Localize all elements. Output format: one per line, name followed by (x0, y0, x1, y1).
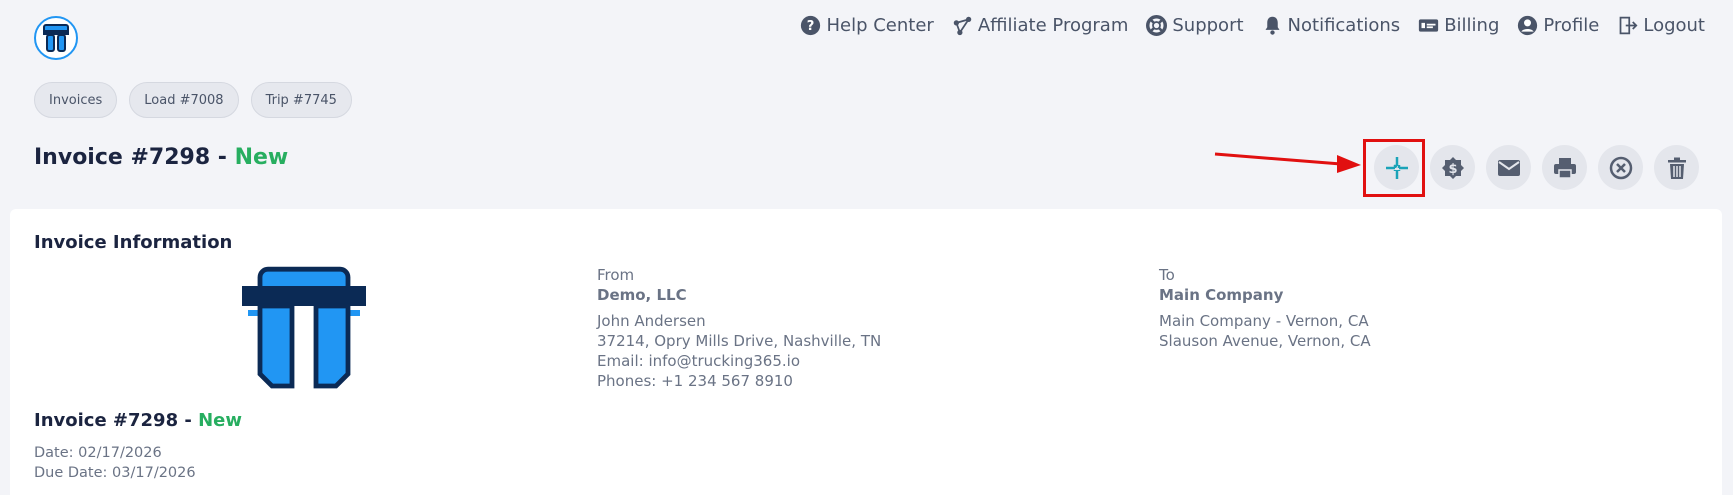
payment-button[interactable]: $ (1430, 145, 1475, 190)
to-company: Main Company (1159, 286, 1284, 304)
logout-icon (1619, 16, 1638, 34)
page-title: Invoice #7298 - New (34, 145, 288, 170)
to-address: To Main Company Main Company - Vernon, C… (1159, 265, 1371, 351)
cancel-button[interactable] (1598, 145, 1643, 190)
app-logo[interactable] (34, 16, 78, 60)
top-navigation: ? Help Center Affiliate Program Support … (800, 12, 1705, 38)
invoice-status: New (198, 410, 243, 431)
breadcrumb-invoices[interactable]: Invoices (34, 82, 118, 118)
red-arrow-annotation (1214, 152, 1361, 173)
affiliate-icon (953, 16, 972, 35)
delete-button[interactable] (1654, 145, 1699, 190)
invoice-subtitle: Invoice #7298 - New (34, 410, 242, 431)
nav-label: Notifications (1287, 14, 1401, 36)
svg-text:$: $ (1448, 162, 1457, 177)
nav-label: Help Center (826, 14, 934, 36)
from-label: From (597, 266, 635, 284)
bell-icon (1265, 16, 1280, 35)
invoice-dates: Date: 02/17/2026 Due Date: 03/17/2026 (34, 443, 196, 483)
nav-help-center[interactable]: ? Help Center (800, 14, 934, 36)
svg-text:?: ? (807, 18, 815, 33)
page-title-text: Invoice #7298 - (34, 145, 235, 170)
invoice-information-card: Invoice Information From Demo, LLC John … (10, 209, 1722, 495)
highlight-annotation (1363, 139, 1425, 197)
breadcrumb-load[interactable]: Load #7008 (129, 82, 239, 118)
from-line: John Andersen (597, 312, 706, 330)
email-button[interactable] (1486, 145, 1531, 190)
lifebuoy-icon (1146, 14, 1168, 36)
to-line: Slauson Avenue, Vernon, CA (1159, 332, 1371, 350)
breadcrumb: Invoices Load #7008 Trip #7745 (34, 82, 352, 118)
from-line: 37214, Opry Mills Drive, Nashville, TN (597, 332, 882, 350)
nav-label: Profile (1543, 14, 1600, 36)
company-logo-icon (242, 266, 366, 389)
trash-icon (1667, 157, 1686, 179)
status-badge: New (234, 145, 289, 170)
to-line: Main Company - Vernon, CA (1159, 312, 1369, 330)
from-line: Email: info@trucking365.io (597, 352, 800, 370)
from-address: From Demo, LLC John Andersen 37214, Opry… (597, 265, 881, 391)
nav-logout[interactable]: Logout (1617, 15, 1705, 36)
invoice-due-date: Due Date: 03/17/2026 (34, 465, 196, 481)
nav-affiliate-program[interactable]: Affiliate Program (952, 14, 1129, 36)
nav-support[interactable]: Support (1146, 14, 1244, 36)
nav-label: Billing (1444, 14, 1500, 36)
invoice-date: Date: 02/17/2026 (34, 445, 162, 461)
envelope-icon (1497, 159, 1520, 176)
help-circle-icon: ? (801, 15, 821, 35)
billing-card-icon (1419, 18, 1439, 32)
from-line: Phones: +1 234 567 8910 (597, 372, 793, 390)
dollar-badge-icon: $ (1441, 156, 1464, 179)
nav-label: Affiliate Program (977, 14, 1129, 36)
cancel-circle-icon (1609, 156, 1632, 179)
section-title: Invoice Information (34, 232, 233, 253)
nav-label: Logout (1643, 14, 1705, 36)
printer-icon (1553, 157, 1576, 179)
breadcrumb-trip[interactable]: Trip #7745 (250, 82, 352, 118)
nav-billing[interactable]: Billing (1418, 15, 1499, 36)
user-circle-icon (1518, 15, 1538, 35)
invoice-subtitle-text: Invoice #7298 - (34, 410, 199, 431)
nav-label: Support (1172, 14, 1244, 36)
trucking-logo-icon (43, 24, 69, 52)
print-button[interactable] (1542, 145, 1587, 190)
to-label: To (1159, 266, 1175, 284)
nav-profile[interactable]: Profile (1517, 15, 1599, 36)
nav-notifications[interactable]: Notifications (1262, 14, 1401, 36)
from-company: Demo, LLC (597, 286, 687, 304)
